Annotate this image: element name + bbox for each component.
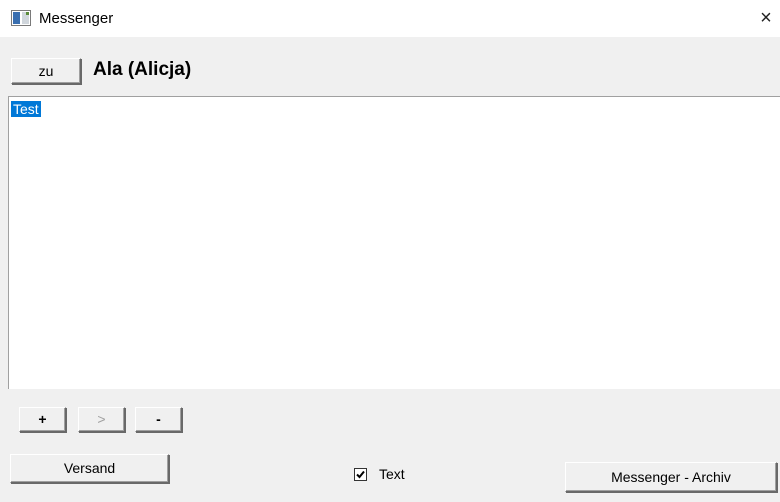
window-title: Messenger (39, 10, 114, 27)
checkmark-icon (356, 470, 365, 479)
messenger-window: Messenger × zu Ala (Alicja) Test + > - V… (0, 0, 780, 502)
zu-button[interactable]: zu (11, 58, 81, 84)
messenger-archiv-button[interactable]: Messenger - Archiv (565, 462, 777, 492)
selected-message-text[interactable]: Test (11, 101, 41, 117)
plus-button[interactable]: + (19, 407, 66, 432)
text-checkbox[interactable] (354, 468, 367, 481)
text-checkbox-label[interactable]: Text (379, 466, 405, 483)
close-icon[interactable]: × (755, 8, 777, 30)
minus-button[interactable]: - (135, 407, 182, 432)
app-window-icon (11, 10, 31, 26)
contact-name: Ala (Alicja) (93, 59, 192, 80)
next-button[interactable]: > (78, 407, 125, 432)
title-bar[interactable]: Messenger × (0, 0, 780, 37)
message-text-area[interactable]: Test (8, 96, 780, 389)
versand-button[interactable]: Versand (10, 454, 169, 483)
